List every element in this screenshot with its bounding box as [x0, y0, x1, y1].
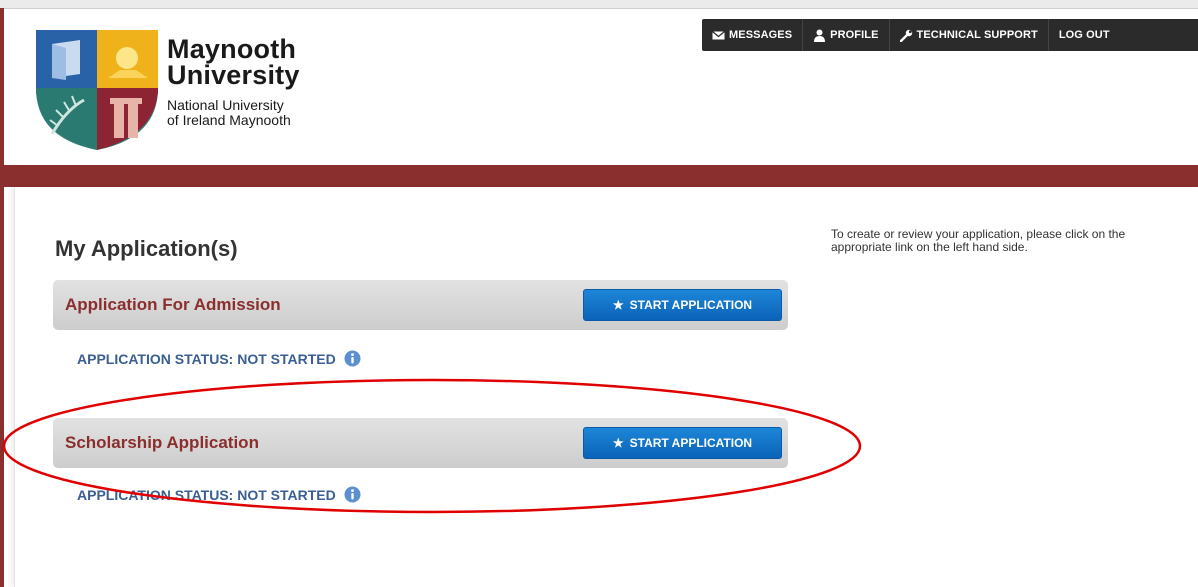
university-subtitle: National University of Ireland Maynooth	[167, 97, 291, 128]
nav-profile[interactable]: PROFILE	[803, 19, 890, 51]
start-application-button[interactable]: ★ START APPLICATION	[583, 427, 782, 459]
info-icon[interactable]	[344, 486, 361, 503]
application-panel-scholarship: Scholarship Application ★ START APPLICAT…	[53, 418, 788, 468]
left-border	[0, 8, 4, 587]
user-icon	[814, 29, 826, 42]
nav-log-out[interactable]: LOG OUT	[1049, 19, 1120, 51]
application-panel-admission: Application For Admission ★ START APPLIC…	[53, 280, 788, 330]
page-title: My Application(s)	[55, 236, 238, 261]
header-band	[4, 165, 1198, 187]
envelope-icon	[712, 30, 725, 39]
university-name: Maynooth University	[167, 34, 300, 90]
start-application-button[interactable]: ★ START APPLICATION	[583, 289, 782, 321]
university-logo[interactable]: Maynooth University National University …	[36, 30, 321, 155]
help-text: To create or review your application, pl…	[831, 227, 1126, 254]
info-icon[interactable]	[344, 350, 361, 367]
nav-messages[interactable]: MESSAGES	[702, 19, 804, 51]
crest-icon	[36, 30, 158, 150]
star-icon: ★	[612, 298, 624, 312]
application-status: APPLICATION STATUS: NOT STARTED	[77, 350, 361, 367]
top-navigation: MESSAGES PROFILE TECHNICAL SUPPORT LOG O…	[702, 19, 1198, 51]
wrench-icon	[899, 29, 912, 42]
nav-technical-support[interactable]: TECHNICAL SUPPORT	[890, 19, 1049, 51]
application-title: Scholarship Application	[65, 433, 259, 452]
top-rule	[0, 0, 1198, 9]
star-icon: ★	[612, 436, 624, 450]
application-status: APPLICATION STATUS: NOT STARTED	[77, 486, 361, 503]
application-title: Application For Admission	[65, 295, 281, 314]
